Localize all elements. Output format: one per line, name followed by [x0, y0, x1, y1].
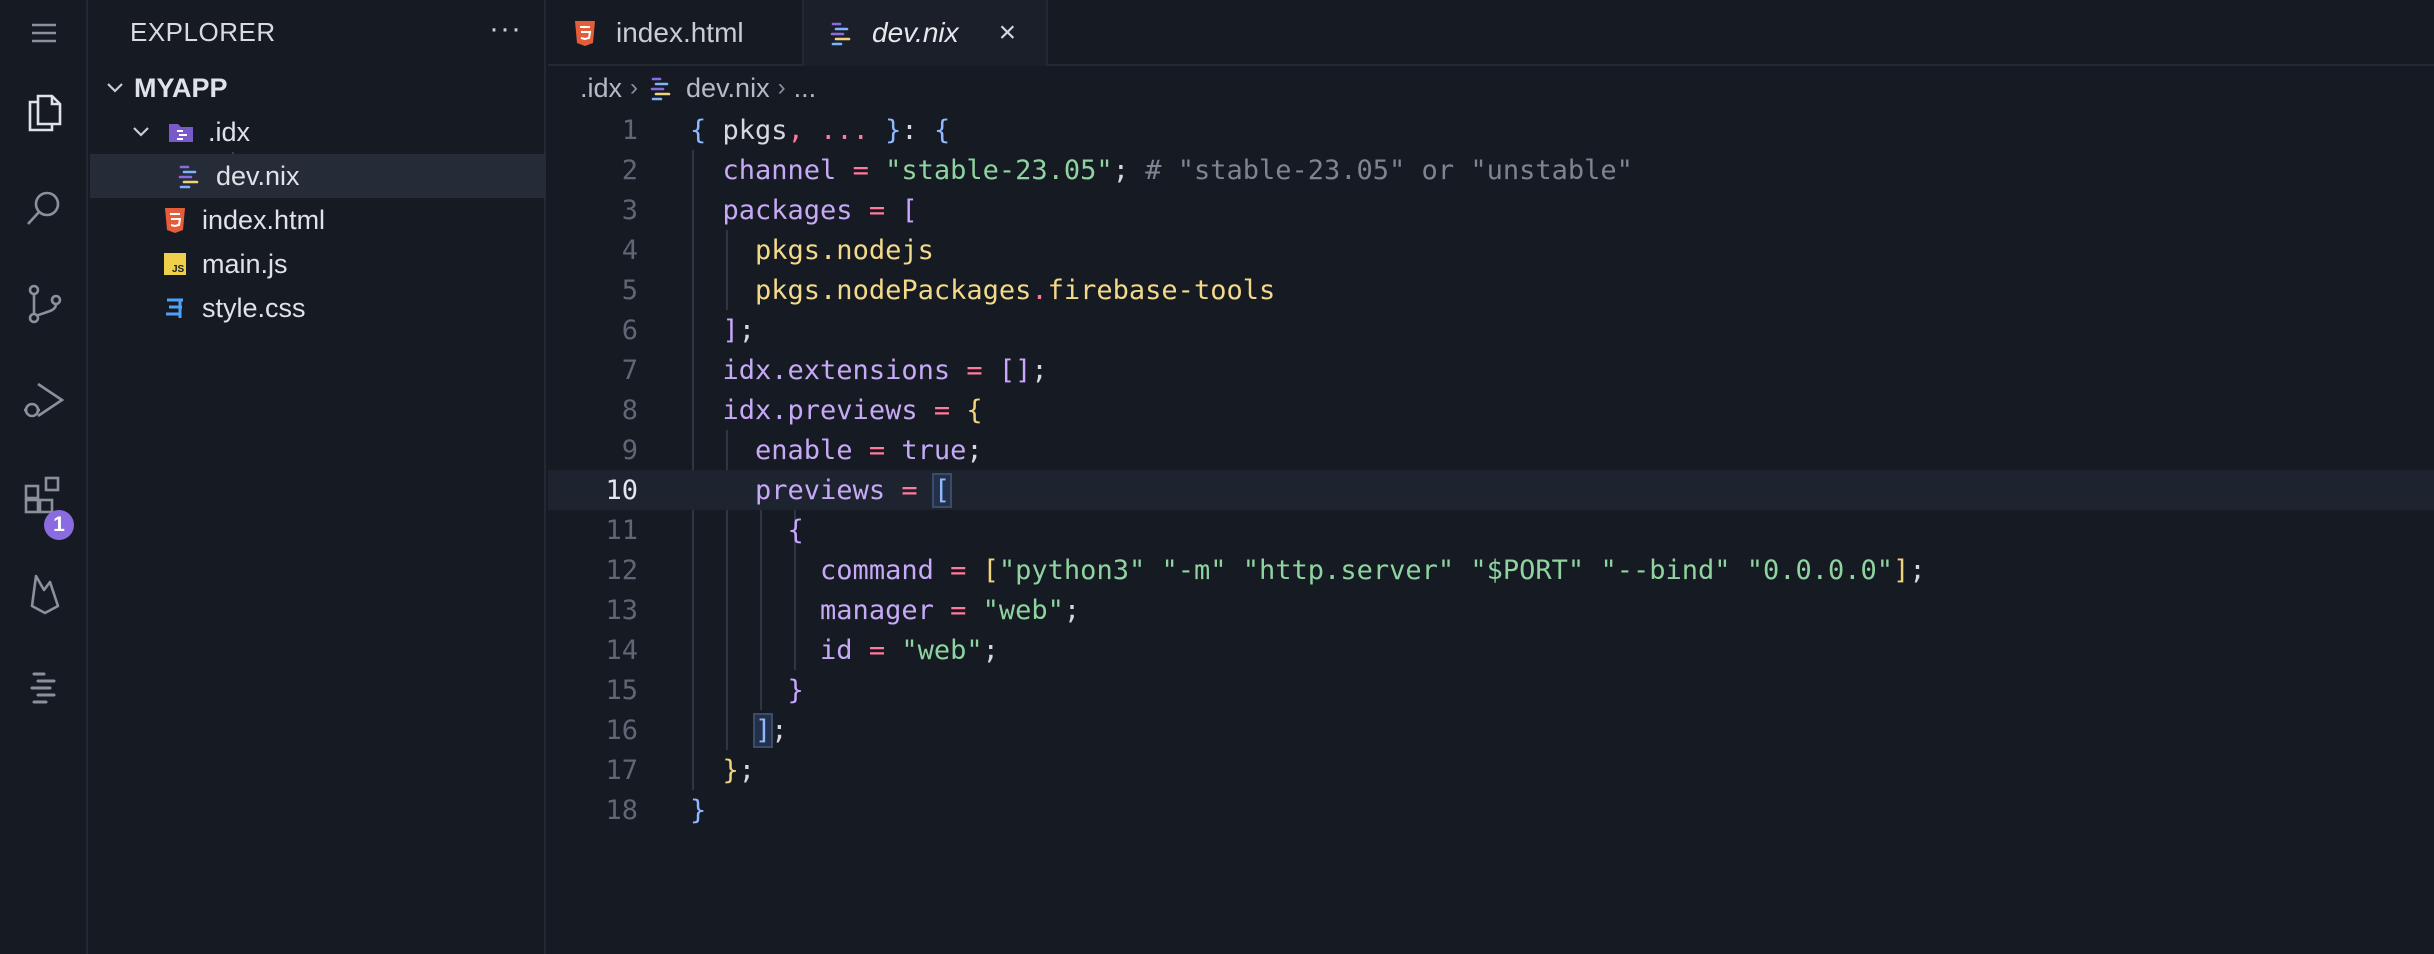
- nix-icon: [646, 73, 676, 103]
- chevron-down-icon: [100, 73, 130, 103]
- line-number: 4: [621, 234, 638, 266]
- code-editor[interactable]: 1{ pkgs, ... }: { 2 channel = "stable-23…: [548, 108, 2434, 954]
- explorer-button[interactable]: [0, 72, 88, 152]
- line-number: 2: [621, 154, 638, 186]
- line-number: 7: [621, 354, 638, 386]
- source-control-button[interactable]: [0, 264, 88, 344]
- run-debug-icon: [24, 382, 65, 418]
- folder-idx[interactable]: .idx: [90, 110, 546, 154]
- chevron-right-icon: ›: [777, 74, 786, 101]
- line-number: 11: [605, 514, 638, 546]
- code-line[interactable]: 3 packages = [: [548, 190, 2434, 230]
- code-line[interactable]: 18}: [548, 790, 2434, 830]
- firebase-button[interactable]: [0, 552, 88, 632]
- code-line[interactable]: 6 ];: [548, 310, 2434, 350]
- code-line[interactable]: 1{ pkgs, ... }: {: [548, 110, 2434, 150]
- chevron-right-icon: ›: [630, 74, 639, 101]
- explorer-title: EXPLORER: [130, 16, 276, 47]
- folder-icon: [166, 117, 196, 147]
- breadcrumb-file[interactable]: dev.nix: [686, 73, 770, 104]
- idx-button[interactable]: [0, 648, 88, 728]
- code-line[interactable]: 14 id = "web";: [548, 630, 2434, 670]
- line-number: 15: [605, 674, 638, 706]
- code-line[interactable]: 9 enable = true;: [548, 430, 2434, 470]
- line-number: 18: [605, 794, 638, 826]
- hamburger-menu-icon: [32, 23, 56, 43]
- line-number: 16: [605, 714, 638, 746]
- html5-icon: [570, 18, 600, 48]
- extensions-button[interactable]: 1: [0, 456, 88, 540]
- css-icon: [160, 293, 190, 323]
- idx-icon: [30, 672, 56, 704]
- code-line[interactable]: 13 manager = "web";: [548, 590, 2434, 630]
- nix-icon: [174, 161, 204, 191]
- tab-bar: index.html dev.nix ×: [548, 0, 2434, 66]
- code-line[interactable]: 17 };: [548, 750, 2434, 790]
- files-icon: [28, 94, 62, 132]
- file-style-css[interactable]: style.css: [90, 286, 546, 330]
- breadcrumb-folder[interactable]: .idx: [580, 73, 622, 104]
- file-main-js[interactable]: JS main.js: [90, 242, 546, 286]
- line-number: 9: [621, 434, 638, 466]
- code-line[interactable]: 15 }: [548, 670, 2434, 710]
- code-line[interactable]: 5 pkgs.nodePackages.firebase-tools: [548, 270, 2434, 310]
- line-number: 14: [605, 634, 638, 666]
- file-dev-nix[interactable]: dev.nix: [90, 154, 546, 198]
- breadcrumb-symbols[interactable]: ...: [794, 73, 817, 104]
- code-line[interactable]: 11 {: [548, 510, 2434, 550]
- tab-label: index.html: [616, 17, 744, 48]
- code-line[interactable]: 2 channel = "stable-23.05"; # "stable-23…: [548, 150, 2434, 190]
- firebase-icon: [30, 574, 60, 615]
- file-name: main.js: [202, 248, 288, 279]
- activity-bar: 1: [0, 0, 88, 954]
- ide-window: 1 EXPLORER ··· MYAPP .idx dev.nix index.…: [0, 0, 2434, 954]
- tab-label: dev.nix: [872, 17, 959, 48]
- code-line[interactable]: 4 pkgs.nodejs: [548, 230, 2434, 270]
- nix-icon: [826, 18, 856, 48]
- line-number: 10: [605, 474, 638, 506]
- line-number: 6: [621, 314, 638, 346]
- file-name: index.html: [202, 204, 326, 235]
- code-line[interactable]: 7 idx.extensions = [];: [548, 350, 2434, 390]
- menu-button[interactable]: [0, 0, 88, 66]
- line-number: 12: [605, 554, 638, 586]
- explorer-sidebar: EXPLORER ··· MYAPP .idx dev.nix index.ht…: [90, 0, 546, 954]
- code-line[interactable]: 8 idx.previews = {: [548, 390, 2434, 430]
- line-number: 5: [621, 274, 638, 306]
- extensions-badge: 1: [44, 510, 74, 540]
- run-debug-button[interactable]: [0, 360, 88, 440]
- file-name: dev.nix: [216, 160, 300, 191]
- tab-index-html[interactable]: index.html: [548, 0, 804, 66]
- file-index-html[interactable]: index.html: [90, 198, 546, 242]
- search-button[interactable]: [0, 168, 88, 248]
- line-number: 8: [621, 394, 638, 426]
- code-line-current[interactable]: 10 previews = [: [548, 470, 2434, 510]
- project-root[interactable]: MYAPP: [90, 66, 546, 110]
- code-line[interactable]: 12 command = ["python3" "-m" "http.serve…: [548, 550, 2434, 590]
- chevron-down-icon: [126, 117, 156, 147]
- line-number: 17: [605, 754, 638, 786]
- source-control-icon: [28, 284, 62, 324]
- more-actions-button[interactable]: ···: [489, 12, 522, 46]
- html5-icon: [160, 205, 190, 235]
- javascript-icon: JS: [160, 249, 190, 279]
- line-number: 13: [605, 594, 638, 626]
- line-number: 1: [621, 114, 638, 146]
- tab-dev-nix[interactable]: dev.nix ×: [804, 0, 1048, 66]
- code-line[interactable]: 16 ];: [548, 710, 2434, 750]
- file-name: style.css: [202, 292, 306, 323]
- close-icon[interactable]: ×: [999, 16, 1017, 50]
- line-number: 3: [621, 194, 638, 226]
- folder-name: .idx: [208, 116, 251, 147]
- project-name: MYAPP: [134, 72, 228, 103]
- breadcrumb: .idx › dev.nix › ...: [580, 68, 816, 108]
- search-icon: [27, 191, 60, 225]
- svg-text:JS: JS: [172, 264, 185, 275]
